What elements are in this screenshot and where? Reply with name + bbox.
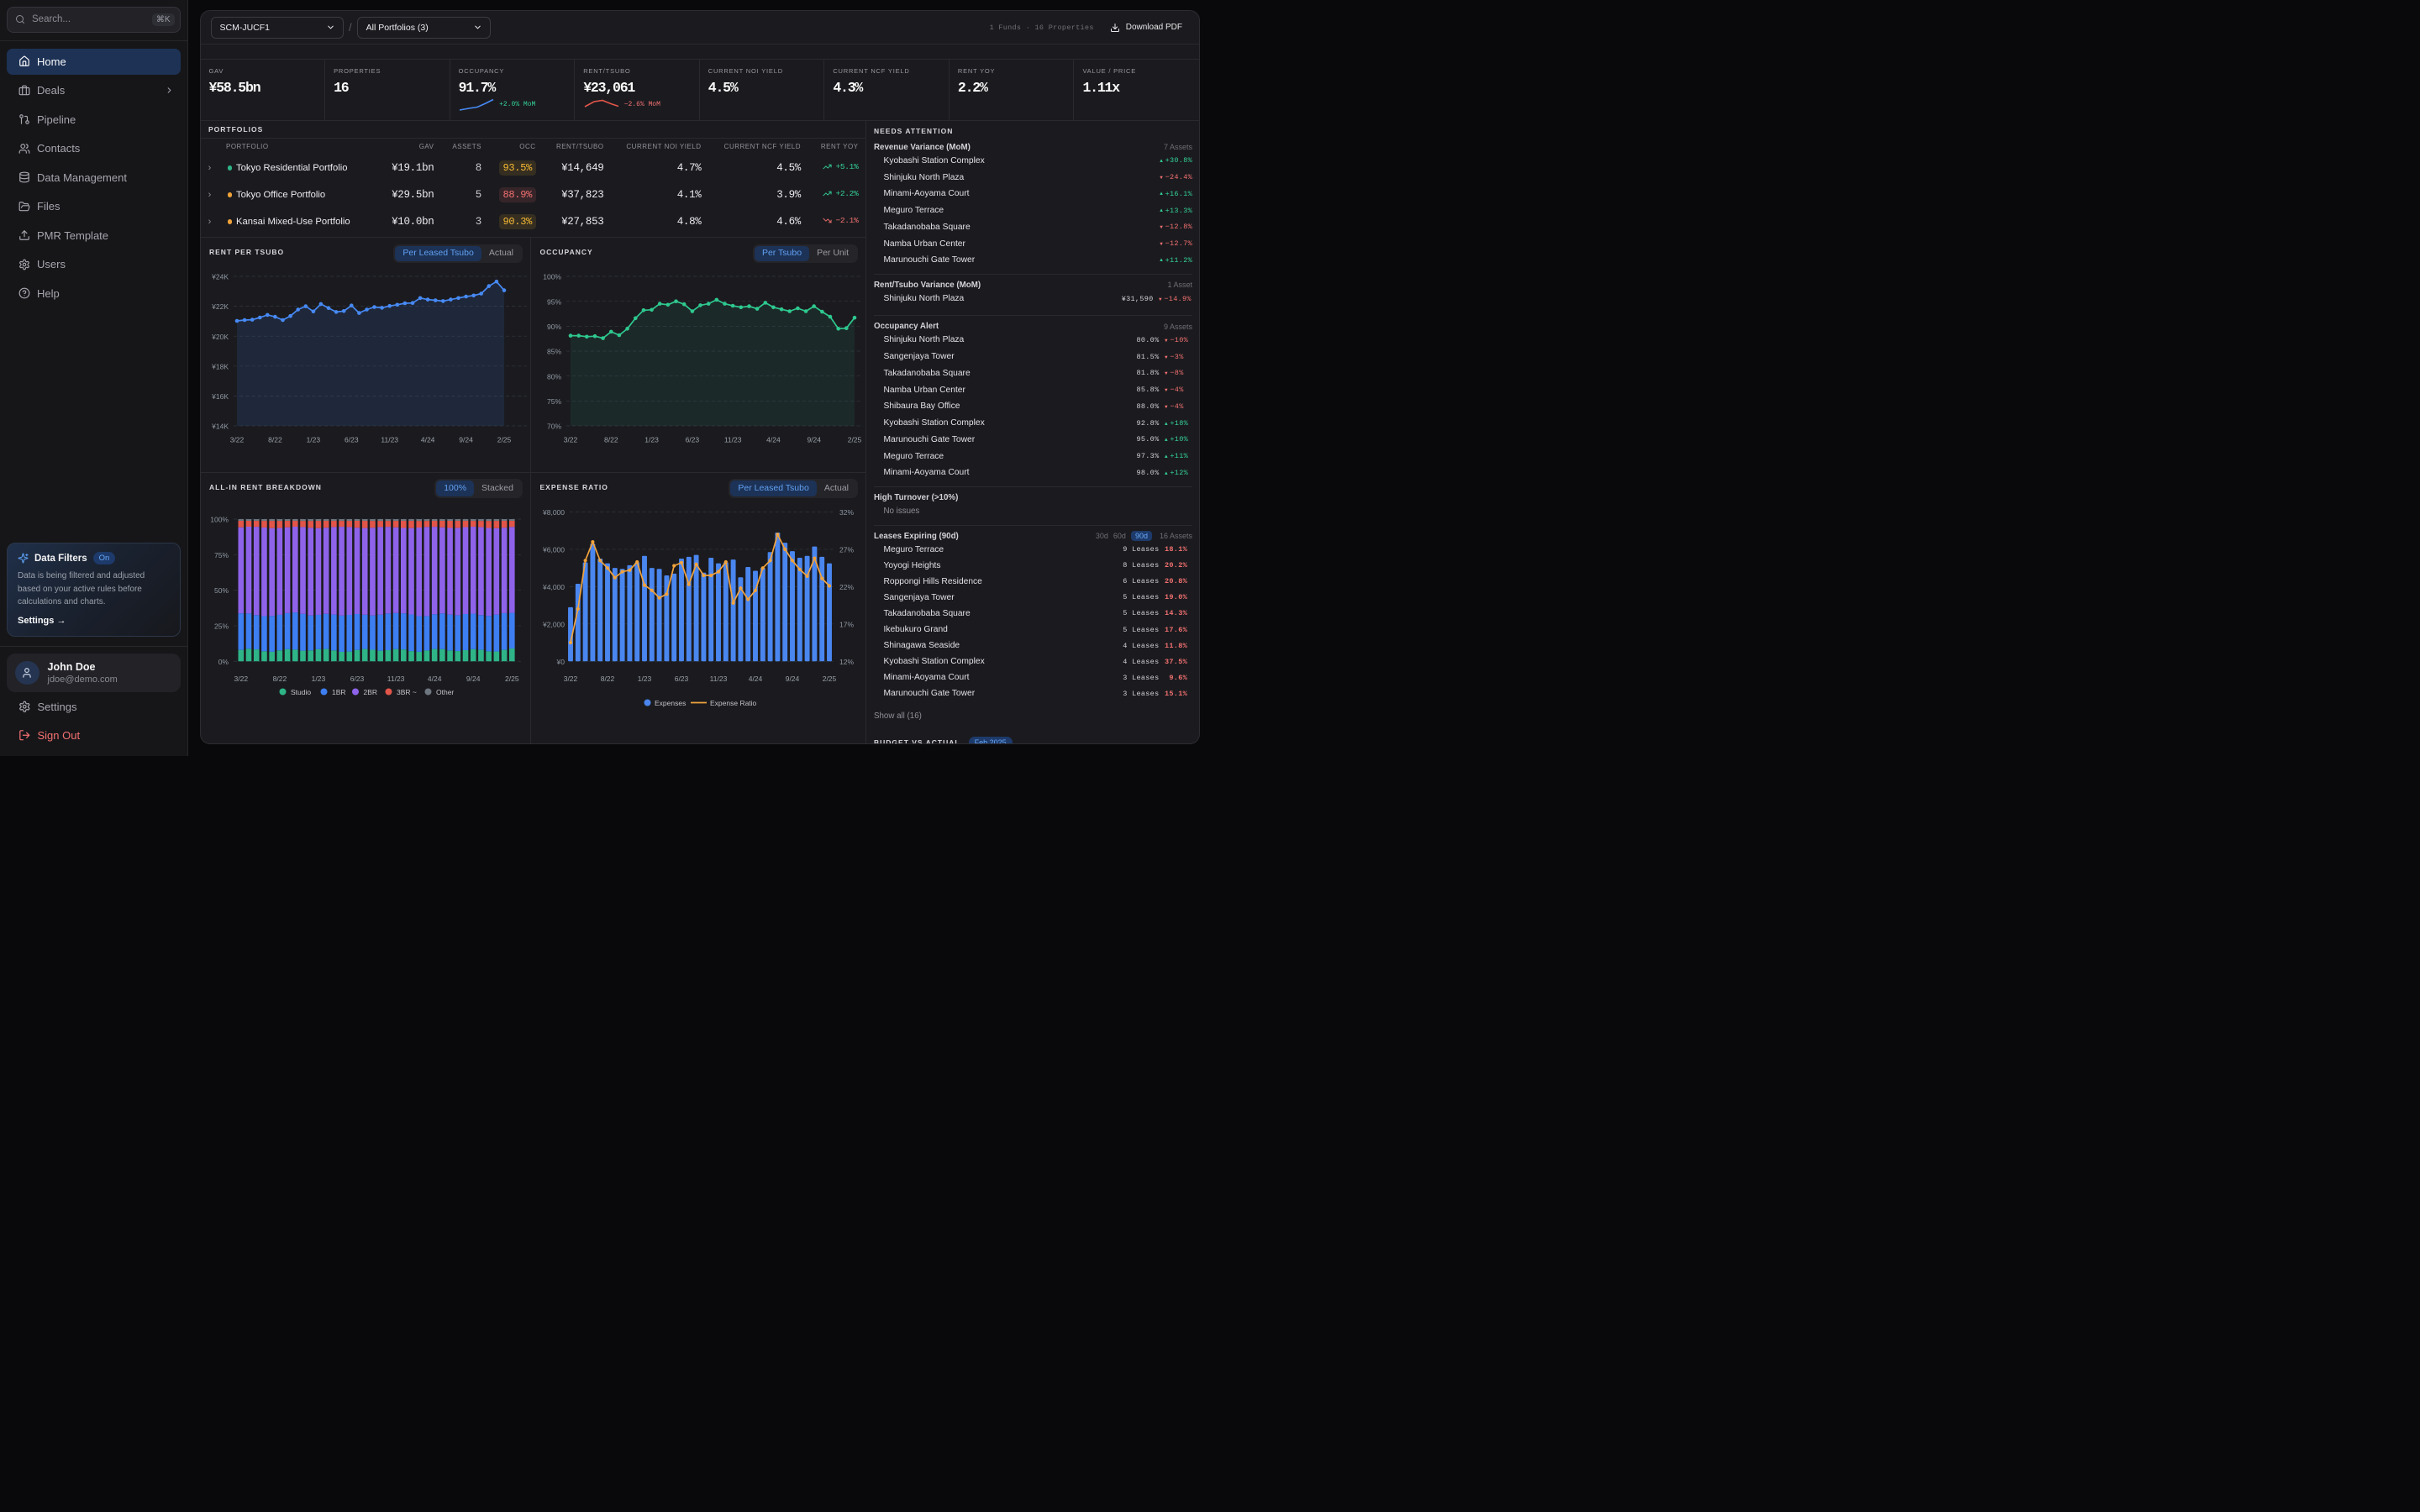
- svg-text:11/23: 11/23: [710, 675, 728, 683]
- svg-text:100%: 100%: [543, 273, 561, 281]
- svg-text:2/25: 2/25: [497, 436, 511, 444]
- svg-text:100%: 100%: [210, 515, 229, 523]
- svg-text:¥16K: ¥16K: [211, 392, 229, 401]
- svg-text:11/23: 11/23: [724, 436, 742, 444]
- svg-text:¥6,000: ¥6,000: [542, 545, 565, 554]
- svg-text:3/22: 3/22: [564, 436, 578, 444]
- svg-text:11/23: 11/23: [387, 675, 404, 683]
- svg-text:90%: 90%: [547, 323, 561, 331]
- svg-text:4/24: 4/24: [427, 675, 441, 683]
- svg-text:6/23: 6/23: [686, 436, 700, 444]
- svg-text:25%: 25%: [213, 622, 228, 630]
- svg-text:¥18K: ¥18K: [211, 362, 229, 370]
- svg-text:Expenses: Expenses: [655, 699, 686, 707]
- svg-text:¥4,000: ¥4,000: [542, 582, 565, 591]
- svg-text:12%: 12%: [839, 657, 854, 665]
- svg-text:4/24: 4/24: [766, 436, 781, 444]
- svg-text:3/22: 3/22: [564, 675, 578, 683]
- svg-text:4/24: 4/24: [749, 675, 763, 683]
- svg-text:8/22: 8/22: [604, 436, 618, 444]
- svg-text:27%: 27%: [839, 545, 854, 554]
- svg-text:2/25: 2/25: [823, 675, 837, 683]
- svg-text:9/24: 9/24: [807, 436, 821, 444]
- svg-text:9/24: 9/24: [786, 675, 800, 683]
- svg-text:95%: 95%: [547, 297, 561, 306]
- svg-text:¥22K: ¥22K: [211, 302, 229, 311]
- svg-text:50%: 50%: [213, 586, 228, 595]
- svg-text:17%: 17%: [839, 620, 854, 628]
- svg-text:22%: 22%: [839, 582, 854, 591]
- svg-text:11/23: 11/23: [381, 436, 398, 444]
- svg-text:2BR: 2BR: [363, 688, 377, 696]
- svg-text:1/23: 1/23: [644, 436, 659, 444]
- svg-text:¥8,000: ¥8,000: [542, 508, 565, 517]
- svg-text:1/23: 1/23: [638, 675, 652, 683]
- svg-text:85%: 85%: [547, 348, 561, 356]
- svg-text:8/22: 8/22: [272, 675, 287, 683]
- svg-text:70%: 70%: [547, 423, 561, 431]
- svg-text:9/24: 9/24: [466, 675, 480, 683]
- svg-text:8/22: 8/22: [601, 675, 615, 683]
- svg-text:¥0: ¥0: [556, 657, 566, 665]
- svg-text:75%: 75%: [547, 397, 561, 406]
- svg-text:Other: Other: [436, 688, 454, 696]
- svg-text:¥14K: ¥14K: [211, 423, 229, 431]
- svg-text:Studio: Studio: [291, 688, 311, 696]
- svg-text:2/25: 2/25: [848, 436, 862, 444]
- svg-text:75%: 75%: [213, 550, 228, 559]
- svg-text:¥20K: ¥20K: [211, 333, 229, 341]
- svg-text:32%: 32%: [839, 508, 854, 517]
- svg-text:6/23: 6/23: [345, 436, 359, 444]
- svg-text:1BR: 1BR: [332, 688, 346, 696]
- svg-text:8/22: 8/22: [268, 436, 282, 444]
- svg-text:80%: 80%: [547, 372, 561, 381]
- svg-text:9/24: 9/24: [459, 436, 473, 444]
- svg-text:1/23: 1/23: [311, 675, 325, 683]
- svg-text:6/23: 6/23: [675, 675, 689, 683]
- svg-text:6/23: 6/23: [350, 675, 364, 683]
- svg-text:¥24K: ¥24K: [211, 273, 229, 281]
- svg-text:3/22: 3/22: [234, 675, 248, 683]
- svg-text:¥2,000: ¥2,000: [542, 620, 565, 628]
- svg-text:3BR ~: 3BR ~: [397, 688, 417, 696]
- svg-text:Expense Ratio: Expense Ratio: [710, 699, 757, 707]
- svg-text:1/23: 1/23: [306, 436, 320, 444]
- svg-text:4/24: 4/24: [420, 436, 434, 444]
- svg-text:2/25: 2/25: [505, 675, 519, 683]
- svg-text:3/22: 3/22: [229, 436, 244, 444]
- svg-text:0%: 0%: [218, 657, 229, 665]
